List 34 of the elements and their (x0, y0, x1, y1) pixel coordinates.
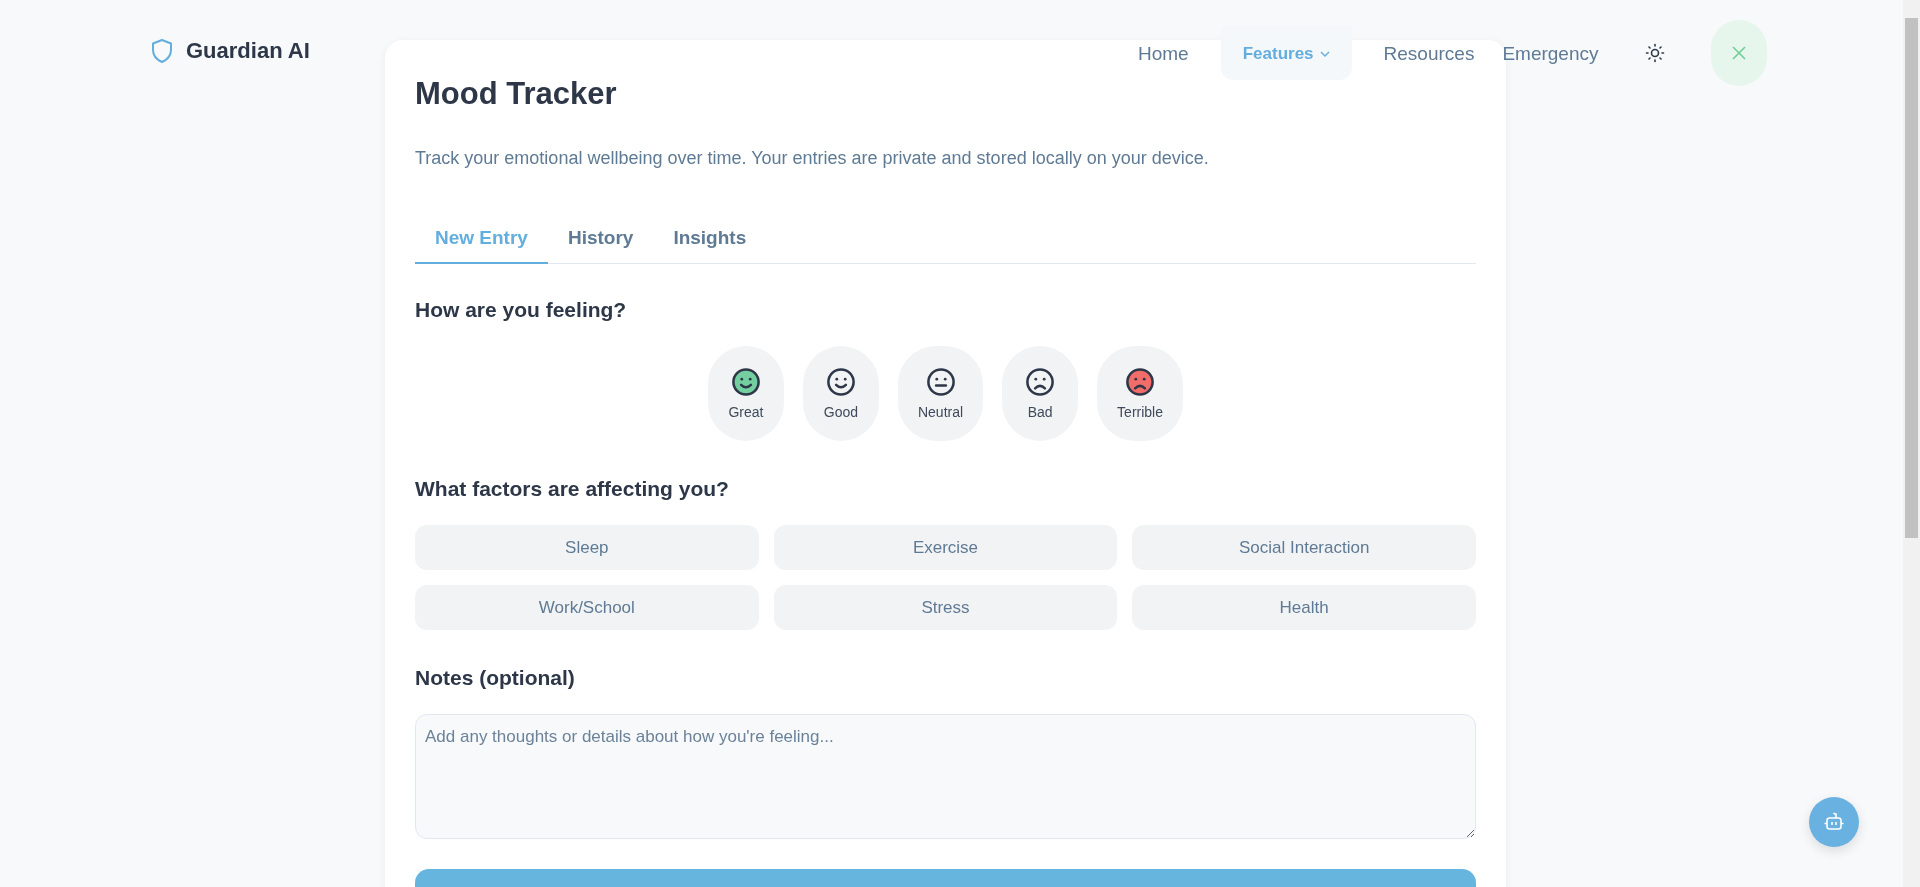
tab[interactable]: History (547, 217, 654, 264)
section-heading: Notes (optional) (415, 666, 576, 690)
nav-link[interactable]: Home (1128, 25, 1199, 81)
page-description: Track your emotional wellbeing over time. Your entries are private and stored locally on your device. (415, 148, 1210, 169)
scrollbar[interactable] (1903, 0, 1920, 887)
page-title: Mood Tracker (415, 76, 618, 112)
smiley-face-icon (826, 367, 855, 396)
shield-icon (150, 38, 174, 64)
factor-button[interactable]: Health (1132, 585, 1476, 630)
mood-button[interactable]: Neutral (897, 346, 984, 441)
sun-icon (1644, 43, 1665, 63)
nav-link[interactable]: Emergency (1492, 25, 1609, 81)
sad-face-icon (1026, 367, 1055, 396)
chatbot-button[interactable] (1809, 797, 1859, 847)
section-heading: How are you feeling? (415, 298, 628, 322)
mood-button[interactable]: Good (802, 346, 879, 441)
brand-name: Guardian AI (186, 38, 310, 64)
factor-button[interactable]: Stress (773, 585, 1118, 630)
chevron-down-icon (1319, 51, 1330, 57)
factor-button[interactable]: Exercise (773, 525, 1118, 570)
neutral-face-icon (926, 367, 955, 396)
factor-button[interactable]: Sleep (415, 525, 759, 570)
robot-icon (1823, 812, 1845, 832)
factor-button[interactable]: Work/School (415, 585, 759, 630)
notes-field[interactable]: Add any thoughts or details about how you're feeling... (415, 714, 1476, 839)
factor-button[interactable]: Social Interaction (1132, 525, 1476, 570)
mood-button[interactable]: Great (707, 346, 784, 441)
tab[interactable]: New Entry (415, 217, 548, 264)
nav-link[interactable]: Resources (1373, 25, 1485, 81)
close-icon (1731, 46, 1746, 60)
section-heading: What factors are affecting you? (415, 477, 730, 501)
tab[interactable]: Insights (653, 217, 767, 264)
mood-button[interactable]: Bad (1002, 346, 1079, 441)
mood-button[interactable]: Terrible (1097, 346, 1183, 441)
